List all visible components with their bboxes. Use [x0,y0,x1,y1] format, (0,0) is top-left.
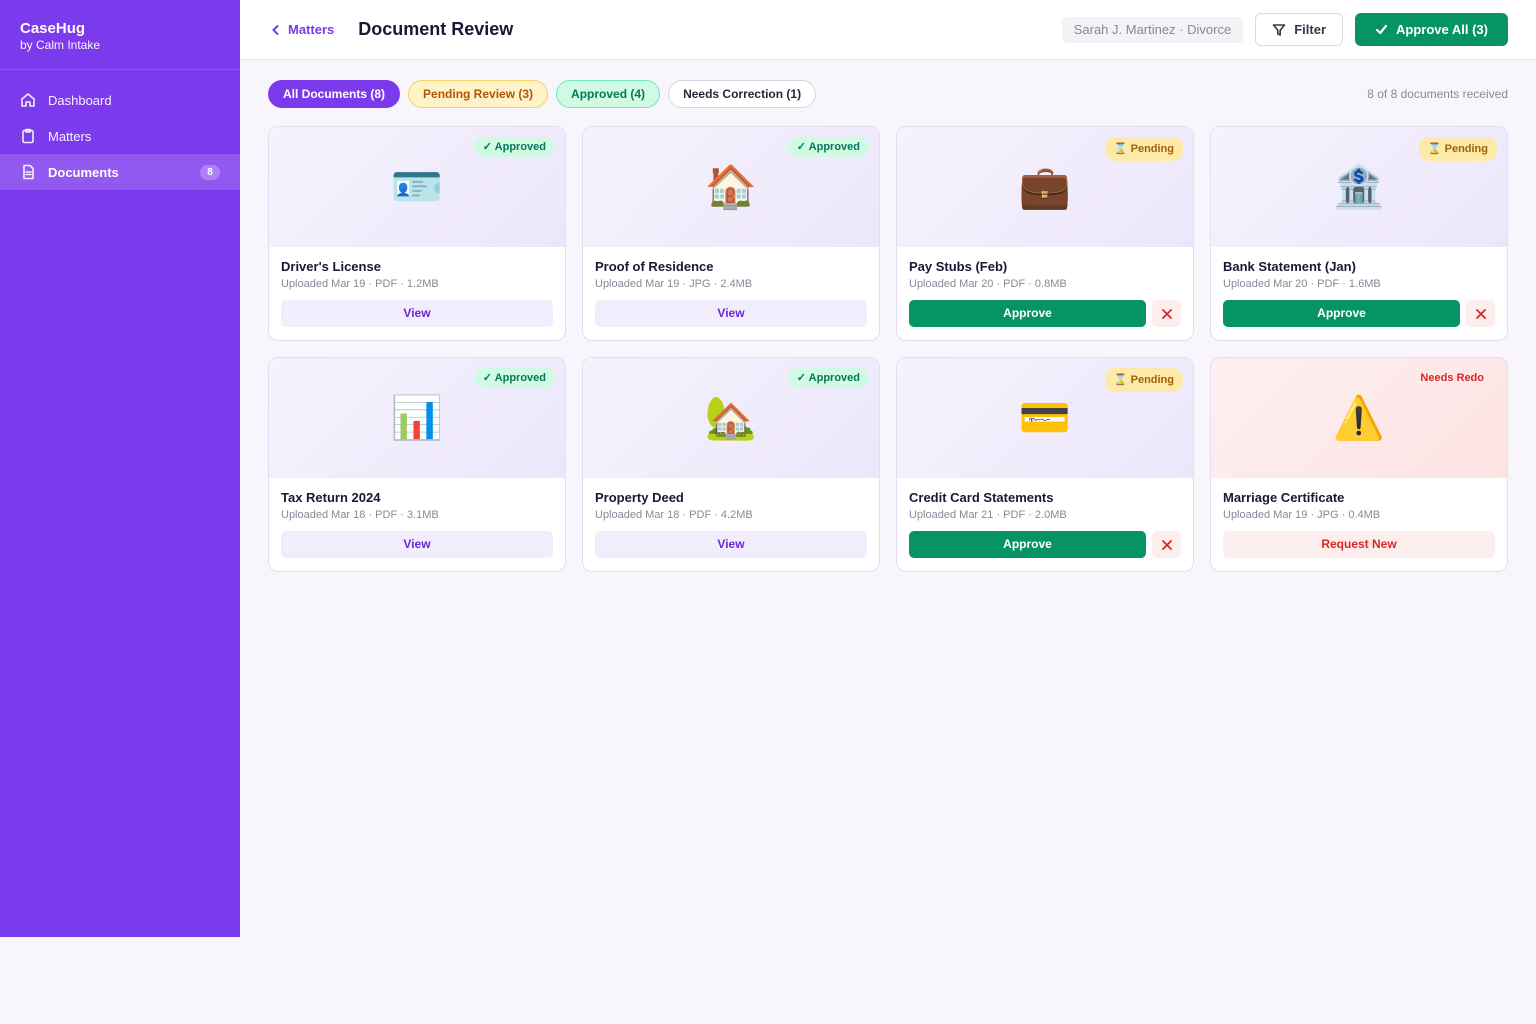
status-badge: ✓ Approved [787,368,869,388]
approve-button[interactable]: Approve [909,300,1146,327]
document-meta: Uploaded Mar 20 · PDF · 0.8MB [909,278,1067,290]
document-thumbnail[interactable]: 🏠 ✓ Approved [583,127,879,247]
documents-received-count: 8 of 8 documents received [1367,87,1508,101]
reject-button[interactable] [1152,531,1181,558]
bar-chart-icon: 📊 [390,393,444,442]
document-meta: Uploaded Mar 18 · PDF · 3.1MB [281,509,439,521]
chevron-left-icon [272,24,279,35]
approve-button[interactable]: Approve [909,531,1146,558]
view-button[interactable]: View [595,531,867,558]
bank-icon: 🏦 [1332,162,1386,211]
request-new-button[interactable]: Request New [1223,531,1495,558]
document-card: 💼 ⌛ Pending Pay Stubs (Feb) Uploaded Mar… [896,126,1194,341]
document-grid: 🪪 ✓ Approved Driver's License Uploaded M… [268,126,1508,572]
document-thumbnail[interactable]: 🏦 ⌛ Pending [1211,127,1507,247]
approve-all-button[interactable]: Approve All (3) [1355,13,1508,46]
view-button[interactable]: View [281,531,553,558]
brand[interactable]: CaseHug by Calm Intake [0,0,240,70]
sidebar-item-documents[interactable]: Documents 8 [0,154,240,190]
check-icon [1375,24,1388,35]
id-card-icon: 🪪 [390,162,444,211]
status-badge: ⌛ Pending [1104,368,1183,392]
document-thumbnail[interactable]: 💳 ⌛ Pending [897,358,1193,478]
client-chip: Sarah J. Martinez · Divorce [1061,16,1244,43]
document-thumbnail[interactable]: 🪪 ✓ Approved [269,127,565,247]
document-icon [20,164,36,180]
brand-name: CaseHug [20,20,86,37]
status-badge: ✓ Approved [473,137,555,157]
house-icon: 🏠 [704,162,758,211]
documents-count-badge: 8 [200,164,220,180]
document-title: Driver's License [281,259,381,274]
close-icon [1161,539,1172,550]
approve-button[interactable]: Approve [1223,300,1460,327]
document-card: ⚠️ Needs Redo Marriage Certificate Uploa… [1210,357,1508,572]
document-thumbnail[interactable]: 💼 ⌛ Pending [897,127,1193,247]
back-label: Matters [288,22,335,37]
document-card: 🏠 ✓ Approved Proof of Residence Uploaded… [582,126,880,341]
document-title: Marriage Certificate [1223,490,1345,505]
document-title: Bank Statement (Jan) [1223,259,1356,274]
document-title: Credit Card Statements [909,490,1054,505]
house-with-tree-icon: 🏡 [704,393,758,442]
view-button[interactable]: View [595,300,867,327]
approve-all-label: Approve All (3) [1396,22,1488,37]
home-icon [20,92,36,108]
warning-icon: ⚠️ [1332,393,1386,442]
document-meta: Uploaded Mar 18 · PDF · 4.2MB [595,509,753,521]
tab-pending-review[interactable]: Pending Review (3) [408,80,549,108]
briefcase-icon: 💼 [1018,162,1072,211]
header-actions: Sarah J. Martinez · Divorce Filter Appro… [1061,13,1508,46]
document-title: Proof of Residence [595,259,714,274]
status-badge: ✓ Approved [787,137,869,157]
document-card: 💳 ⌛ Pending Credit Card Statements Uploa… [896,357,1194,572]
back-to-matters-link[interactable]: Matters [270,22,334,37]
close-icon [1161,308,1172,319]
document-title: Property Deed [595,490,684,505]
document-meta: Uploaded Mar 19 · PDF · 1.2MB [281,278,439,290]
document-title: Tax Return 2024 [281,490,381,505]
tab-all-documents[interactable]: All Documents (8) [268,80,401,108]
brand-subtitle: by Calm Intake [20,38,101,52]
status-badge: Needs Redo [1420,372,1484,384]
document-card: 📊 ✓ Approved Tax Return 2024 Uploaded Ma… [268,357,566,572]
sidebar-item-matters[interactable]: Matters [0,118,240,154]
sidebar: CaseHug by Calm Intake Dashboard Matters… [0,0,240,937]
document-card: 🏦 ⌛ Pending Bank Statement (Jan) Uploade… [1210,126,1508,341]
sidebar-item-label: Dashboard [48,92,112,108]
document-meta: Uploaded Mar 19 · JPG · 2.4MB [595,278,753,290]
document-meta: Uploaded Mar 19 · JPG · 0.4MB [1223,509,1381,521]
status-badge: ⌛ Pending [1418,137,1497,161]
document-thumbnail[interactable]: 🏡 ✓ Approved [583,358,879,478]
tab-approved[interactable]: Approved (4) [556,80,661,108]
credit-card-icon: 💳 [1018,393,1072,442]
header: Matters Document Review Sarah J. Martine… [240,0,1536,60]
status-badge: ⌛ Pending [1104,137,1183,161]
reject-button[interactable] [1152,300,1181,327]
close-icon [1475,308,1486,319]
document-card: 🏡 ✓ Approved Property Deed Uploaded Mar … [582,357,880,572]
filter-button[interactable]: Filter [1255,13,1344,46]
sidebar-nav: Dashboard Matters Documents 8 [0,82,240,190]
filter-tabs: All Documents (8) Pending Review (3) App… [268,80,824,108]
reject-button[interactable] [1466,300,1495,327]
tab-needs-correction[interactable]: Needs Correction (1) [668,80,817,108]
status-badge: ✓ Approved [473,368,555,388]
page-title: Document Review [358,19,514,39]
view-button[interactable]: View [281,300,553,327]
filter-label: Filter [1294,22,1327,37]
document-meta: Uploaded Mar 21 · PDF · 2.0MB [909,509,1067,521]
document-thumbnail[interactable]: 📊 ✓ Approved [269,358,565,478]
document-meta: Uploaded Mar 20 · PDF · 1.6MB [1223,278,1381,290]
filter-icon [1272,23,1286,36]
document-card: 🪪 ✓ Approved Driver's License Uploaded M… [268,126,566,341]
document-title: Pay Stubs (Feb) [909,259,1008,274]
document-thumbnail[interactable]: ⚠️ Needs Redo [1211,358,1507,478]
clipboard-icon [20,128,36,144]
sidebar-item-label: Matters [48,128,92,144]
sidebar-item-label: Documents [48,164,119,180]
sidebar-item-dashboard[interactable]: Dashboard [0,82,240,118]
